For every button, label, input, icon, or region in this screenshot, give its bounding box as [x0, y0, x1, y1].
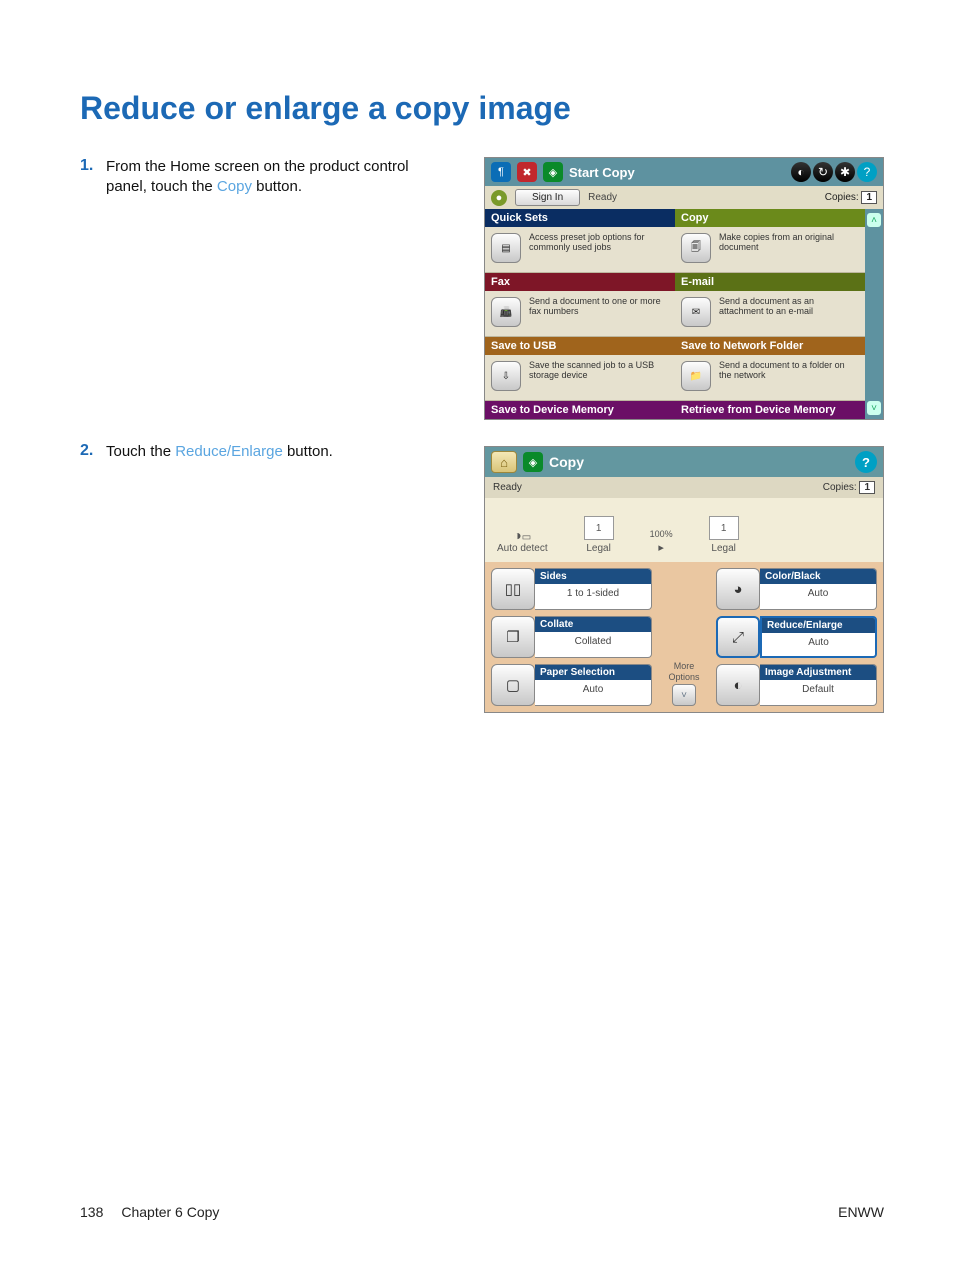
- copy-link: Copy: [217, 178, 252, 195]
- collate-value: Collated: [535, 632, 651, 652]
- fax-tile[interactable]: 📠 Send a document to one or more fax numb…: [485, 291, 675, 337]
- output-size-label: Legal: [709, 543, 739, 554]
- email-header: E-mail: [675, 273, 865, 291]
- page-title: Reduce or enlarge a copy image: [80, 90, 884, 127]
- original-size-label: Legal: [584, 543, 614, 554]
- step-text-1: From the Home screen on the product cont…: [106, 157, 416, 198]
- image-adjust-header: Image Adjustment: [760, 665, 876, 680]
- status-ready: Ready: [588, 192, 817, 203]
- copies-label: Copies: 1: [825, 191, 877, 204]
- globe-icon[interactable]: ◐: [791, 162, 811, 182]
- copy-screen-title: Copy: [549, 454, 849, 470]
- reduce-enlarge-link: Reduce/Enlarge: [175, 443, 283, 460]
- folder-icon: 📁: [681, 361, 711, 391]
- quick-sets-tile[interactable]: ▤ Access preset job options for commonly …: [485, 227, 675, 273]
- chapter-label: Chapter 6 Copy: [121, 1204, 838, 1220]
- home-screen-screenshot: ¶ ✖ ◈ Start Copy ◐ ↻ ✱ ? ● Sign In Ready…: [484, 157, 884, 420]
- help-icon-2[interactable]: ?: [855, 451, 877, 473]
- step2-part-a: Touch the: [106, 443, 175, 460]
- step-text-2: Touch the Reduce/Enlarge button.: [106, 442, 416, 462]
- sign-in-button[interactable]: Sign In: [515, 189, 580, 206]
- paper-selection-option[interactable]: ▢ Paper SelectionAuto: [491, 664, 652, 706]
- copy-screen-screenshot: ⌂ ◈ Copy ? Ready Copies: 1 ◑▭ Auto detec…: [484, 446, 884, 713]
- arrow-icon: ▸: [650, 541, 673, 554]
- save-usb-header: Save to USB: [485, 337, 675, 355]
- options-label: Options: [668, 673, 699, 682]
- original-preview: 1: [584, 516, 614, 540]
- color-black-option[interactable]: ◕ Color/BlackAuto: [716, 568, 877, 610]
- step1-part-b: button.: [252, 178, 302, 195]
- save-usb-desc: Save the scanned job to a USB storage de…: [529, 361, 669, 394]
- collate-icon: ❐: [491, 616, 535, 658]
- help-icon[interactable]: ?: [857, 162, 877, 182]
- refresh-icon[interactable]: ↻: [813, 162, 833, 182]
- step2-part-b: button.: [283, 443, 333, 460]
- status-dot-icon: ●: [491, 190, 507, 206]
- start-button-2[interactable]: ◈: [523, 452, 543, 472]
- collate-header: Collate: [535, 617, 651, 632]
- collate-option[interactable]: ❐ CollateCollated: [491, 616, 652, 658]
- region-label: ENWW: [838, 1204, 884, 1220]
- paper-header: Paper Selection: [535, 665, 651, 680]
- reduce-enlarge-value: Auto: [762, 633, 875, 653]
- save-device-header: Save to Device Memory: [485, 401, 675, 419]
- reduce-enlarge-option[interactable]: ⤢ Reduce/EnlargeAuto: [716, 616, 877, 658]
- color-header: Color/Black: [760, 569, 876, 584]
- fax-desc: Send a document to one or more fax numbe…: [529, 297, 669, 330]
- scroll-up-button[interactable]: ˄: [867, 213, 881, 227]
- network-icon[interactable]: ✱: [835, 162, 855, 182]
- scale-percent: 100%: [650, 529, 673, 539]
- quick-sets-desc: Access preset job options for commonly u…: [529, 233, 669, 266]
- save-usb-tile[interactable]: ⇩ Save the scanned job to a USB storage d…: [485, 355, 675, 401]
- save-network-tile[interactable]: 📁 Send a document to a folder on the netw…: [675, 355, 865, 401]
- copy-header: Copy: [675, 209, 865, 227]
- retrieve-device-header: Retrieve from Device Memory: [675, 401, 865, 419]
- save-network-desc: Send a document to a folder on the netwo…: [719, 361, 859, 394]
- status-ready-2: Ready: [493, 482, 823, 493]
- copies-label-2: Copies: 1: [823, 481, 875, 494]
- stop-button[interactable]: ✖: [517, 162, 537, 182]
- image-adjustment-option[interactable]: ◐ Image AdjustmentDefault: [716, 664, 877, 706]
- step-number-1: 1.: [80, 157, 106, 175]
- home-button[interactable]: ⌂: [491, 451, 517, 473]
- autodetect-icon: ◑▭: [497, 527, 548, 543]
- more-options-button[interactable]: ˅: [672, 684, 696, 706]
- sides-option[interactable]: ▯▯ Sides1 to 1-sided: [491, 568, 652, 610]
- copy-tile[interactable]: 🗐 Make copies from an original document: [675, 227, 865, 273]
- email-icon: ✉: [681, 297, 711, 327]
- email-tile[interactable]: ✉ Send a document as an attachment to an …: [675, 291, 865, 337]
- hp-logo-icon: ¶: [491, 162, 511, 182]
- copies-value-2[interactable]: 1: [859, 481, 875, 494]
- sides-icon: ▯▯: [491, 568, 535, 610]
- output-preview: 1: [709, 516, 739, 540]
- copy-icon: 🗐: [681, 233, 711, 263]
- more-label: More: [674, 662, 695, 671]
- copy-desc: Make copies from an original document: [719, 233, 859, 266]
- autodetect-label: Auto detect: [497, 543, 548, 554]
- fax-icon: 📠: [491, 297, 521, 327]
- color-icon: ◕: [716, 568, 760, 610]
- paper-icon: ▢: [491, 664, 535, 706]
- quick-sets-header: Quick Sets: [485, 209, 675, 227]
- sides-value: 1 to 1-sided: [535, 584, 651, 604]
- start-copy-title: Start Copy: [569, 165, 785, 180]
- fax-header: Fax: [485, 273, 675, 291]
- scroll-down-button[interactable]: ˅: [867, 401, 881, 415]
- list-icon: ▤: [491, 233, 521, 263]
- save-network-header: Save to Network Folder: [675, 337, 865, 355]
- usb-icon: ⇩: [491, 361, 521, 391]
- paper-value: Auto: [535, 680, 651, 700]
- step-number-2: 2.: [80, 442, 106, 460]
- email-desc: Send a document as an attachment to an e…: [719, 297, 859, 330]
- reduce-enlarge-icon: ⤢: [716, 616, 760, 658]
- copies-value[interactable]: 1: [861, 191, 877, 204]
- sides-header: Sides: [535, 569, 651, 584]
- image-adjust-icon: ◐: [716, 664, 760, 706]
- image-adjust-value: Default: [760, 680, 876, 700]
- color-value: Auto: [760, 584, 876, 604]
- start-button[interactable]: ◈: [543, 162, 563, 182]
- page-number: 138: [80, 1204, 103, 1220]
- reduce-enlarge-header: Reduce/Enlarge: [762, 618, 875, 633]
